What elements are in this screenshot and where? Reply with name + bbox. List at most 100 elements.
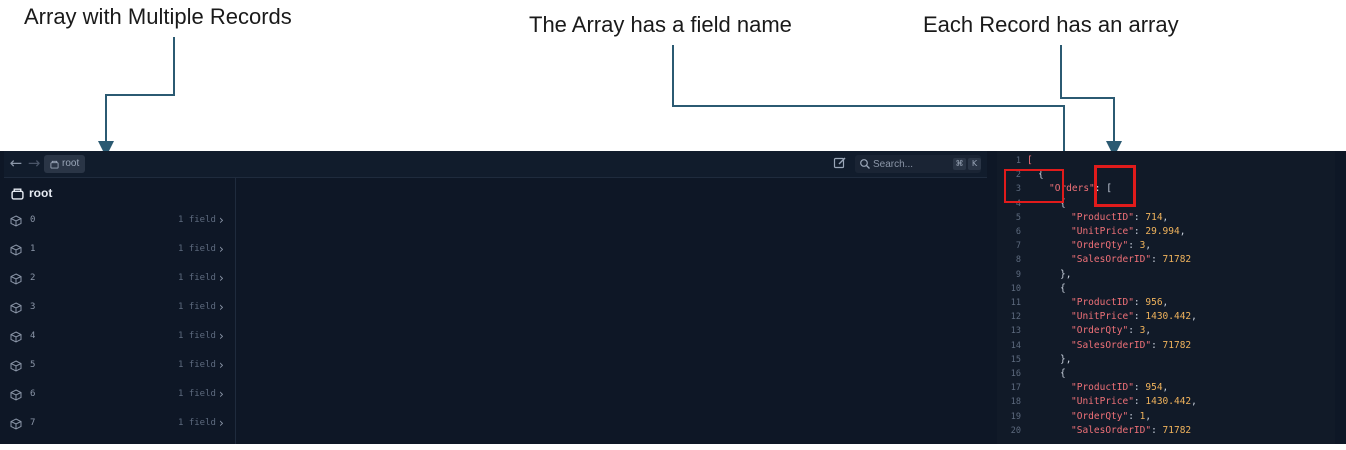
chevron-right-icon[interactable]: › [219,329,224,343]
sidebar-item-3[interactable]: 3 1 field › [4,295,235,323]
code-text: "ProductID": 956, [1071,296,1168,310]
code-text: "SalesOrderID": 71782 [1071,339,1191,353]
sidebar-item-index: 2 [30,273,36,283]
sidebar-item-meta: 1 field [178,215,216,225]
chevron-right-icon[interactable]: › [219,387,224,401]
cube-icon [10,418,22,430]
tree-sidebar: root 01 field › 1 1 field › 2 1 field › 3 1 field… [4,178,236,444]
line-number: 12 [1010,312,1021,323]
code-token: , [1179,226,1186,237]
code-text: "SalesOrderID": 71782 [1071,424,1191,438]
code-token: "SalesOrderID" [1071,254,1152,266]
database-icon [11,187,24,200]
line-number: 5 [1015,212,1021,223]
code-token: "OrderQty" [1071,325,1129,337]
code-token: "OrderQty" [1071,410,1129,422]
chevron-right-icon[interactable]: › [219,242,224,256]
code-token: "ProductID" [1071,211,1134,223]
panel-divider[interactable] [987,151,997,444]
chevron-right-icon[interactable]: › [219,213,224,227]
line-number: 16 [1010,369,1021,379]
code-token: , [1191,396,1197,408]
code-text: "UnitPrice": 1430.442, [1071,395,1197,409]
sidebar-item-meta: 1 field [178,244,216,254]
line-number: 19 [1010,411,1021,422]
code-text: "SalesOrderID": 71782 [1071,253,1191,267]
json-editor[interactable]: 1[2{3 "Orders": [4{5 "ProductID": 714, 6 "Un… [997,151,1335,444]
code-token: : [1133,396,1146,408]
line-number: 13 [1010,326,1021,337]
code-text: { [1060,367,1066,381]
code-token: }, [1060,353,1072,365]
sidebar-item-7[interactable]: 7 1 field › [4,411,235,439]
arrow-to-orders-key [672,45,1072,160]
line-number: 8 [1015,255,1021,266]
sidebar-item-5[interactable]: 5 1 field › [4,353,235,381]
line-number: 20 [1010,425,1021,436]
code-text: }, [1060,268,1071,282]
code-token: : [1133,297,1146,308]
search-box[interactable]: ⌘ K [855,155,981,173]
line-number: 14 [1010,340,1021,351]
code-token: : [1128,240,1140,252]
chevron-right-icon[interactable]: › [219,416,224,430]
line-number: 15 [1010,354,1021,365]
code-token: , [1162,211,1169,223]
code-token: 71782 [1162,339,1192,351]
sidebar-item-meta: 1 field [178,331,216,341]
sidebar-item-index: 4 [30,331,36,341]
sidebar-item-0[interactable]: 0 1 field › [4,208,235,236]
sidebar-item-meta: 1 field [178,360,216,370]
breadcrumb-root[interactable]: root [44,155,86,173]
code-token: "ProductID" [1071,382,1134,394]
sidebar-item-2[interactable]: 2 1 field › [4,266,235,294]
code-token: 714 [1145,211,1163,223]
code-token: "SalesOrderID" [1071,424,1152,436]
sidebar-item-1[interactable]: 1 1 field › [4,237,235,265]
sidebar-item-6[interactable]: 6 1 field › [4,382,235,410]
chevron-right-icon[interactable]: › [219,358,224,372]
code-token: 1430.442 [1145,396,1192,408]
code-token: : [1128,325,1140,337]
editor-scrollbar[interactable] [1335,151,1346,444]
search-input[interactable] [871,158,951,170]
cube-icon [10,331,22,343]
code-token: 954 [1145,382,1163,394]
code-text: }, [1060,353,1071,367]
cube-icon [10,244,22,256]
code-token: , [1145,325,1152,337]
arrow-left-icon[interactable]: ← [8,155,24,171]
root-title: root [11,186,52,200]
code-text: "ProductID": 714, [1071,211,1168,225]
toolbar: ← → root ⌘ K [4,151,987,178]
code-token: : [1128,410,1140,422]
code-text: { [1060,282,1066,296]
arrow-right-icon[interactable]: → [26,155,42,171]
code-token: , [1162,382,1169,394]
code-token: , [1162,297,1169,308]
code-token: 956 [1145,297,1163,308]
chevron-right-icon[interactable]: › [219,271,224,285]
sidebar-item-meta: 1 field [178,302,216,312]
code-token: "UnitPrice" [1071,396,1134,408]
line-number: 11 [1010,298,1021,308]
code-token: , [1145,240,1152,252]
code-token: 29.994 [1145,226,1180,237]
code-token: "ProductID" [1071,297,1134,308]
sidebar-item-index: 1 [30,244,36,254]
edit-icon[interactable] [833,156,847,170]
sidebar-item-4[interactable]: 4 1 field › [4,324,235,352]
code-token: , [1191,311,1197,323]
sidebar-item-meta: 1 field [178,418,216,428]
code-token: 71782 [1162,254,1192,266]
line-number: 10 [1010,283,1021,294]
code-token: "OrderQty" [1071,240,1129,252]
arrow-to-orders-array [1060,45,1122,157]
graph-canvas[interactable] [236,178,987,444]
sidebar-item-index: 0 [30,215,36,225]
chevron-right-icon[interactable]: › [219,300,224,314]
sidebar-item-index: 3 [30,302,36,312]
code-token: { [1060,282,1066,294]
code-token: "SalesOrderID" [1071,339,1152,351]
code-token: [ [1027,155,1033,166]
